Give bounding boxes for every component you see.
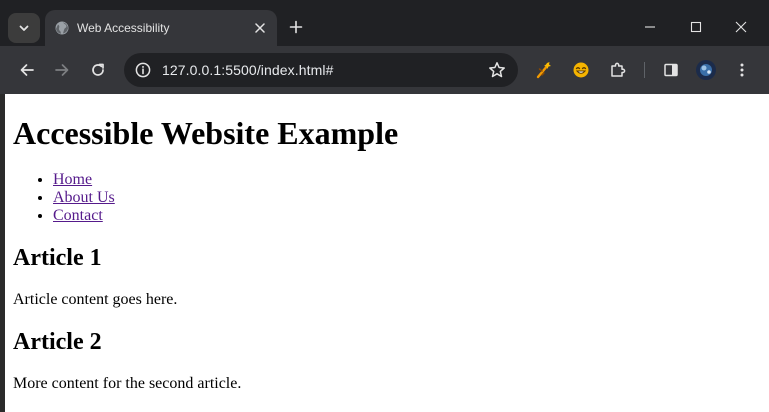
article-2: Article 2 More content for the second ar… [13,328,761,393]
reload-button[interactable] [84,56,112,84]
wand-extension-icon [536,62,551,79]
smiley-extension-icon [573,62,589,78]
toolbar: 127.0.0.1:5500/index.html# [0,46,769,94]
tab-web-accessibility[interactable]: Web Accessibility [45,10,277,46]
nav-item: About Us [53,189,761,207]
nav-link-home[interactable]: Home [53,171,92,188]
site-info-icon[interactable] [135,62,151,78]
browser-menu-button[interactable] [728,56,756,84]
minimize-button[interactable] [635,12,665,42]
page-title: Accessible Website Example [13,115,399,151]
page-viewport: Accessible Website Example Home About Us… [5,94,769,412]
page-body: Accessible Website Example Home About Us… [5,115,769,393]
close-icon [735,21,747,33]
maximize-button[interactable] [681,12,711,42]
address-bar[interactable]: 127.0.0.1:5500/index.html# [124,53,518,87]
plus-icon [289,20,303,34]
close-icon [255,23,265,33]
side-panel-button[interactable] [657,56,685,84]
extension-button[interactable] [530,56,558,84]
article-title: Article 1 [13,245,102,271]
article-1: Article 1 Article content goes here. [13,244,761,309]
puzzle-icon [611,62,626,77]
article-content: More content for the second article. [13,375,242,392]
nav-item: Contact [53,207,761,225]
profile-button[interactable] [692,56,720,84]
avatar [696,60,716,80]
new-tab-button[interactable] [286,17,306,37]
nav-link-about[interactable]: About Us [53,189,115,206]
tab-title: Web Accessibility [77,21,170,35]
nav-item: Home [53,171,761,189]
close-window-button[interactable] [726,12,756,42]
chevron-down-icon [19,25,29,31]
browser-window: Web Accessibility 127.0.0.1:5500/index.h… [0,0,769,412]
forward-button[interactable] [48,56,76,84]
nav-list: Home About Us Contact [13,171,761,225]
tab-strip: Web Accessibility [0,0,769,46]
extension-button[interactable] [567,56,595,84]
star-icon[interactable] [488,61,506,79]
arrow-left-icon [20,64,34,76]
extensions-menu-button[interactable] [604,56,632,84]
side-panel-icon [664,63,678,77]
article-content: Article content goes here. [13,291,178,308]
url-text[interactable]: 127.0.0.1:5500/index.html# [162,62,334,78]
nav-link-contact[interactable]: Contact [53,207,103,224]
reload-icon [92,63,104,76]
minimize-icon [645,26,655,28]
tab-close-button[interactable] [253,21,267,35]
globe-icon [55,21,69,35]
maximize-icon [690,21,702,33]
more-vertical-icon [740,63,744,77]
toolbar-divider [644,62,645,78]
arrow-right-icon [55,64,69,76]
article-title: Article 2 [13,329,102,355]
back-button[interactable] [13,56,41,84]
tab-search-button[interactable] [8,13,40,43]
